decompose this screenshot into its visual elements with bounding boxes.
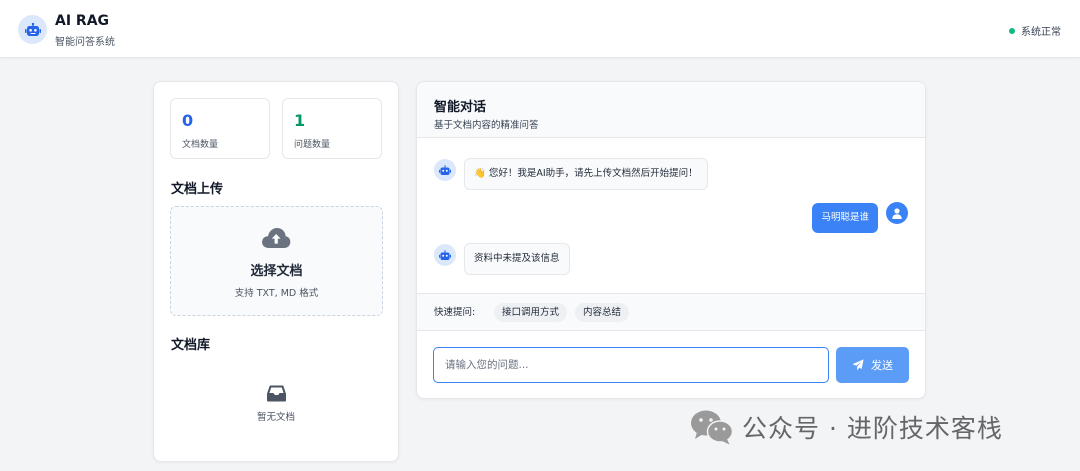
cloud-upload-icon	[262, 228, 291, 248]
bot-avatar-icon	[434, 244, 456, 266]
system-status: 系统正常	[1009, 23, 1061, 38]
send-button-label: 发送	[871, 359, 893, 372]
app-subtitle: 智能问答系统	[55, 37, 115, 48]
app-header: AI RAG 智能问答系统 系统正常	[0, 0, 1080, 58]
watermark: 公众号 · 进阶技术客栈	[690, 408, 1003, 446]
stat-value: 1	[294, 111, 306, 130]
library-section-title: 文档库	[171, 338, 211, 353]
send-button[interactable]: 发送	[836, 347, 909, 383]
user-avatar-icon	[886, 202, 908, 224]
quick-questions-label: 快速提问:	[434, 307, 476, 318]
question-input[interactable]	[433, 347, 829, 383]
quick-question-chip[interactable]: 接口调用方式	[494, 303, 568, 322]
watermark-text: 公众号 · 进阶技术客栈	[742, 414, 1003, 443]
status-dot-icon	[1009, 27, 1015, 34]
upload-title: 选择文档	[250, 264, 303, 279]
chat-panel: 智能对话 基于文档内容的精准问答 👋 您好！我是AI助手，请先上传文档然后开始提…	[416, 81, 926, 399]
wechat-icon	[691, 410, 733, 445]
bot-message: 👋 您好！我是AI助手，请先上传文档然后开始提问！	[464, 158, 708, 190]
stat-card-documents: 0 文档数量	[170, 98, 270, 159]
empty-library-text: 暂无文档	[256, 412, 295, 423]
upload-section-title: 文档上传	[171, 182, 224, 197]
user-message: 马明聪是谁	[812, 203, 878, 233]
paper-plane-icon	[852, 359, 864, 371]
robot-icon	[18, 15, 47, 44]
chat-title: 智能对话	[434, 100, 487, 115]
bot-avatar-icon	[434, 159, 456, 181]
upload-dropzone[interactable]: 选择文档 支持 TXT, MD 格式	[170, 206, 383, 316]
upload-hint: 支持 TXT, MD 格式	[234, 288, 319, 299]
stat-card-questions: 1 问题数量	[282, 98, 382, 159]
chat-subtitle: 基于文档内容的精准问答	[434, 120, 539, 131]
stat-label: 文档数量	[182, 140, 219, 150]
stat-value: 0	[182, 111, 194, 130]
quick-questions-bar: 快速提问: 接口调用方式 内容总结	[417, 293, 925, 331]
quick-question-chip[interactable]: 内容总结	[575, 303, 630, 322]
status-text: 系统正常	[1021, 27, 1061, 38]
bot-message: 资料中未提及该信息	[464, 243, 570, 275]
inbox-icon	[267, 385, 286, 402]
stat-label: 问题数量	[294, 140, 331, 150]
sidebar-panel: 0 文档数量 1 问题数量 文档上传 选择文档 支持 TXT, MD 格式 文档…	[153, 81, 399, 462]
app-title: AI RAG	[55, 13, 110, 29]
chat-header: 智能对话 基于文档内容的精准问答	[417, 82, 925, 138]
